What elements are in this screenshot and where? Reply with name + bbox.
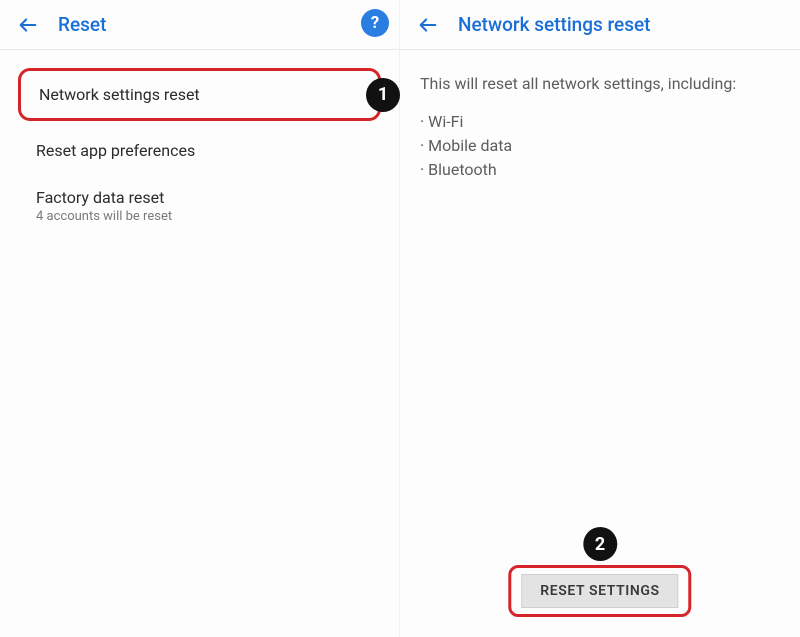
reset-button-area: 2 RESET SETTINGS	[508, 527, 691, 617]
back-button-left[interactable]	[12, 9, 44, 41]
option-label: Factory data reset	[36, 188, 363, 207]
callout-badge-2: 2	[583, 527, 617, 561]
highlight-reset-button: RESET SETTINGS	[508, 565, 691, 617]
reset-menu-pane: Reset ? Network settings reset 1 Reset a…	[0, 0, 400, 637]
reset-item: Wi-Fi	[420, 110, 780, 134]
option-reset-app-preferences[interactable]: Reset app preferences	[18, 127, 381, 174]
back-button-right[interactable]	[412, 9, 444, 41]
network-reset-description: This will reset all network settings, in…	[400, 50, 800, 182]
description-intro: This will reset all network settings, in…	[420, 72, 780, 96]
appbar-right: Network settings reset	[400, 0, 800, 50]
option-label: Network settings reset	[39, 85, 360, 104]
page-title-left: Reset	[58, 13, 106, 36]
reset-item: Bluetooth	[420, 158, 780, 182]
help-icon[interactable]: ?	[361, 9, 389, 37]
reset-items-list: Wi-Fi Mobile data Bluetooth	[420, 110, 780, 182]
appbar-left: Reset ?	[0, 0, 399, 50]
arrow-left-icon	[17, 14, 39, 36]
callout-badge-1: 1	[366, 78, 400, 112]
option-label: Reset app preferences	[36, 141, 363, 160]
option-sublabel: 4 accounts will be reset	[36, 209, 363, 224]
reset-settings-button[interactable]: RESET SETTINGS	[521, 574, 678, 608]
option-factory-data-reset[interactable]: Factory data reset 4 accounts will be re…	[18, 174, 381, 238]
network-reset-pane: Network settings reset This will reset a…	[400, 0, 800, 637]
highlight-network-reset: Network settings reset 1	[18, 68, 381, 121]
page-title-right: Network settings reset	[458, 13, 651, 36]
arrow-left-icon	[417, 14, 439, 36]
reset-item: Mobile data	[420, 134, 780, 158]
reset-options-list: Network settings reset 1 Reset app prefe…	[0, 50, 399, 238]
option-network-settings-reset[interactable]: Network settings reset	[21, 71, 378, 118]
